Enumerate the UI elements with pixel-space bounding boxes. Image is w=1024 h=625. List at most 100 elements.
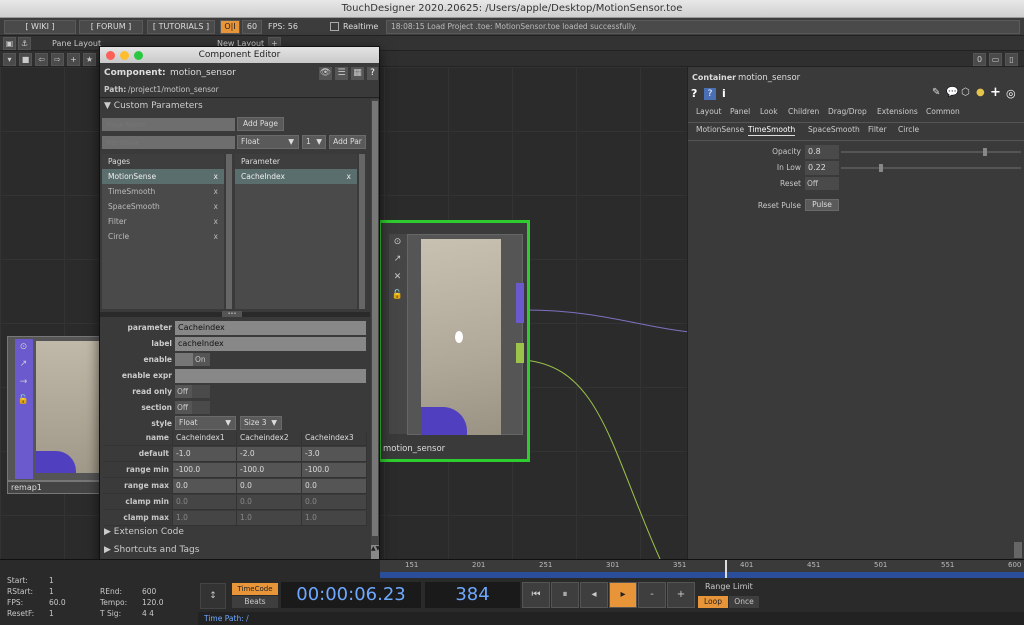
scrollbar[interactable] — [1014, 542, 1022, 558]
read-only-toggle[interactable]: Off — [175, 385, 210, 398]
table-cell[interactable]: -100.0 — [173, 463, 237, 478]
play-button[interactable]: ▸ — [609, 582, 637, 608]
opacity-value[interactable]: 0.8 — [805, 145, 839, 159]
reset-toggle[interactable]: Off — [805, 177, 839, 190]
table-cell[interactable]: 0.0 — [302, 495, 367, 510]
list-item[interactable]: TimeSmooth x — [102, 184, 224, 199]
info-value[interactable]: 1 — [49, 609, 54, 618]
tab-timesmooth[interactable]: TimeSmooth — [748, 125, 796, 136]
operator-name[interactable]: motion_sensor — [738, 73, 800, 83]
pin-icon[interactable]: ⚓ — [18, 37, 31, 50]
list-item[interactable]: MotionSense x — [102, 169, 224, 184]
table-cell[interactable]: -1.0 — [173, 447, 237, 462]
tab-panel[interactable]: Panel — [730, 107, 750, 116]
forward-icon[interactable]: ⇨ — [51, 53, 64, 66]
tutorials-button[interactable]: [ TUTORIALS ] — [147, 20, 215, 34]
delete-page-icon[interactable]: x — [214, 169, 218, 184]
style-dropdown[interactable]: Float ▼ — [175, 416, 236, 430]
bypass-icon[interactable]: ✕ — [391, 271, 404, 284]
lock-icon[interactable]: 🔓 — [391, 289, 404, 302]
delete-page-icon[interactable]: x — [214, 199, 218, 214]
table-cell[interactable]: 0.0 — [173, 495, 237, 510]
split-icon[interactable]: ▯ — [1005, 53, 1018, 66]
image-icon[interactable]: ▣ — [3, 37, 16, 50]
table-cell[interactable]: Cacheindex2 — [237, 431, 302, 446]
timeline-ruler[interactable]: 151 201 251 301 351 401 451 501 551 600 — [380, 560, 1024, 572]
tab-layout[interactable]: Layout — [696, 107, 722, 116]
tab-children[interactable]: Children — [788, 107, 819, 116]
time-settings-icon[interactable]: ↕ — [200, 583, 226, 609]
table-cell[interactable]: -3.0 — [302, 447, 367, 462]
beats-button[interactable]: Beats — [232, 596, 278, 608]
inlow-slider[interactable] — [841, 164, 1021, 172]
arrow-icon[interactable]: → — [17, 376, 30, 389]
loop-button[interactable]: Loop — [698, 596, 728, 608]
plus-button[interactable]: + — [667, 582, 695, 608]
table-cell[interactable]: Cacheindex3 — [302, 431, 367, 446]
par-size-dropdown[interactable]: 1 ▼ — [302, 135, 326, 149]
tab-spacesmooth[interactable]: SpaceSmooth — [808, 125, 860, 134]
add-icon[interactable]: + — [67, 53, 80, 66]
table-cell[interactable]: 0.0 — [237, 495, 302, 510]
tab-circle[interactable]: Circle — [898, 125, 919, 134]
frame-display[interactable]: 384 — [425, 582, 520, 608]
section-toggle[interactable]: Off — [175, 401, 210, 414]
viewer-icon[interactable]: ⊙ — [17, 341, 30, 354]
help-icon[interactable]: ? — [691, 87, 697, 100]
delete-parameter-icon[interactable]: x — [347, 169, 351, 184]
label-field-input[interactable]: cacheIndex — [175, 337, 366, 351]
minimize-button[interactable] — [120, 51, 129, 60]
python-help-icon[interactable]: ? — [704, 88, 716, 100]
shortcuts-tags-header[interactable]: ▶ Shortcuts and Tags — [104, 545, 199, 555]
tab-motionsense[interactable]: MotionSense — [696, 125, 744, 134]
close-button[interactable] — [106, 51, 115, 60]
par-type-dropdown[interactable]: Float ▼ — [237, 135, 299, 149]
oi-button[interactable]: O|I — [220, 20, 240, 34]
timeline-range-bar[interactable] — [380, 572, 1024, 578]
lock-icon[interactable]: 🔓 — [17, 394, 30, 407]
grid-icon[interactable]: ▦ — [351, 67, 364, 80]
opacity-slider[interactable] — [841, 148, 1021, 156]
python-icon[interactable]: ● — [976, 87, 985, 98]
info-icon[interactable]: i — [722, 87, 726, 100]
once-button[interactable]: Once — [729, 596, 759, 608]
add-icon[interactable]: + — [990, 85, 1001, 100]
timecode-button[interactable]: TimeCode — [232, 583, 278, 595]
minus-button[interactable]: - — [638, 582, 666, 608]
comment-icon[interactable]: 💬 — [946, 87, 958, 98]
list-icon[interactable]: ☰ — [335, 67, 348, 80]
timecode-display[interactable]: 00:00:06.23 — [281, 582, 421, 608]
forum-button[interactable]: [ FORUM ] — [79, 20, 143, 34]
parameter-scrollbar[interactable] — [359, 154, 365, 309]
rewind-button[interactable]: ⏮ — [522, 582, 550, 608]
target-icon[interactable]: ◎ — [1006, 87, 1016, 100]
playhead[interactable] — [725, 560, 727, 578]
table-cell[interactable]: 1.0 — [302, 511, 367, 526]
pane-number[interactable]: 0 — [973, 53, 986, 66]
motion-sensor-node[interactable]: ⊙ ↗ ✕ 🔓 — [378, 220, 530, 462]
add-par-button[interactable]: Add Par — [329, 135, 366, 149]
enable-toggle[interactable]: On — [175, 353, 210, 366]
graph-icon[interactable]: ↗ — [391, 253, 404, 266]
editor-scrollbar[interactable] — [371, 99, 379, 559]
extension-code-header[interactable]: ▶ Extension Code — [104, 527, 184, 537]
info-value[interactable]: 1 — [49, 587, 54, 596]
maximize-button[interactable] — [134, 51, 143, 60]
pause-button[interactable]: ⏸ — [551, 582, 579, 608]
info-value[interactable]: 4 4 — [142, 609, 154, 618]
reset-pulse-button[interactable]: Pulse — [805, 199, 839, 211]
splitter-handle[interactable]: ••• — [222, 311, 242, 317]
step-back-button[interactable]: ◂ — [580, 582, 608, 608]
opacity-slider-thumb[interactable] — [983, 148, 987, 156]
delete-page-icon[interactable]: x — [214, 184, 218, 199]
eye-icon[interactable]: 👁 — [319, 67, 332, 80]
add-page-button[interactable]: Add Page — [237, 117, 284, 131]
star-icon[interactable]: ★ — [83, 53, 96, 66]
delete-page-icon[interactable]: x — [214, 214, 218, 229]
tab-common[interactable]: Common — [926, 107, 960, 116]
tab-filter[interactable]: Filter — [868, 125, 887, 134]
list-item[interactable]: Circle x — [102, 229, 224, 244]
tab-dragdrop[interactable]: Drag/Drop — [828, 107, 867, 116]
page-name-input[interactable] — [102, 118, 235, 131]
par-name-input[interactable] — [102, 136, 235, 149]
